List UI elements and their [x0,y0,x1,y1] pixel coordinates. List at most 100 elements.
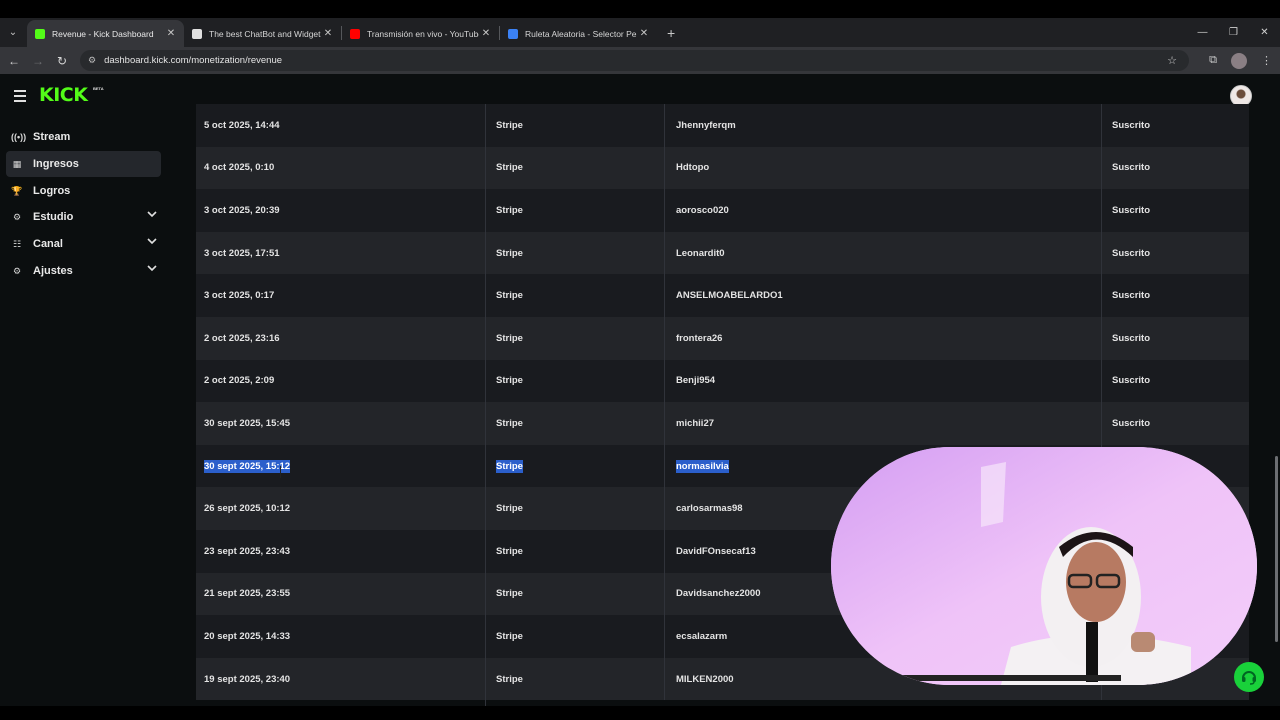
settings-icon: ⚙ [12,265,22,276]
site-info-icon[interactable]: ⚙ [88,55,96,66]
kick-logo[interactable]: KICK [39,84,88,106]
column-divider [1101,146,1102,190]
tab-close-icon[interactable]: ✕ [164,28,178,39]
table-row[interactable]: 3 oct 2025, 20:39 Stripe aorosco020 Suscrit… [196,189,1249,232]
cell-payment-method-text: Stripe [496,630,523,642]
channel-icon: ☷ [12,238,22,249]
cell-type: Suscrito [1112,360,1150,403]
column-divider [664,657,665,701]
cell-payment-method-text: Stripe [496,503,523,515]
revenue-icon: ▦ [12,158,22,169]
sidebar-item-label: Ingresos [33,158,79,170]
reload-icon[interactable]: ↻ [50,54,74,68]
cell-date-text: 26 sept 2025, 10:12 [204,503,291,515]
browser-tab[interactable]: Ruleta Aleatoria - Selector Pers ✕ [500,20,657,47]
cell-type: Suscrito [1112,189,1150,232]
column-divider [485,572,486,616]
cell-date-text: 2 oct 2025, 23:16 [204,332,280,344]
sidebar-item-ajustes[interactable]: ⚙ Ajustes [6,258,161,284]
column-divider [664,274,665,317]
chevron-down-icon[interactable] [147,209,157,219]
column-divider [664,487,665,530]
cell-username: Benji954 [676,360,715,403]
cell-payment-method-text: Stripe [496,204,523,216]
window-controls: — ❐ ✕ [1187,18,1280,47]
cell-date: 4 oct 2025, 0:10 [204,147,274,190]
column-divider [664,444,665,488]
cell-username-text: MILKEN2000 [676,673,734,685]
tab-close-icon[interactable]: ✕ [321,28,335,39]
browser-tab[interactable]: The best ChatBot and Widgets ✕ [184,20,341,47]
address-bar[interactable]: ⚙ dashboard.kick.com/monetization/revenu… [80,50,1189,71]
cell-username-text: Davidsanchez2000 [676,588,761,600]
tab-favicon-icon [192,28,202,39]
table-row[interactable]: 2 oct 2025, 23:16 Stripe frontera26 Suscrit… [196,317,1249,360]
tab-close-icon[interactable]: ✕ [637,28,651,39]
sidebar-nav: ((•)) Stream ▦ Ingresos 🏆 Logros ⚙ Estudio ☷ Cana… [0,116,196,706]
table-row[interactable]: 5 oct 2025, 14:44 Stripe Jhennyferqm Suscri… [196,104,1249,147]
close-window-icon[interactable]: ✕ [1249,27,1280,38]
url-text: dashboard.kick.com/monetization/revenue [104,55,283,66]
column-divider [1101,402,1102,445]
cell-username: aorosco020 [676,189,729,232]
hamburger-menu-icon[interactable] [14,90,26,105]
cell-type-text: Suscrito [1112,290,1151,302]
cell-payment-method: Stripe [496,530,523,573]
cell-username-text: DavidFOnsecaf13 [676,545,756,557]
cell-username-text: carlosarmas98 [676,503,743,515]
sidebar-item-estudio[interactable]: ⚙ Estudio [6,204,161,230]
table-row[interactable]: 3 oct 2025, 0:17 Stripe ANSELMOABELARDO1 Su… [196,274,1249,317]
chevron-down-icon[interactable] [147,236,157,246]
browser-tab[interactable]: Transmisión en vivo - YouTube ✕ [342,20,499,47]
table-row[interactable]: 30 sept 2025, 15:45 Stripe michii27 Suscrit… [196,402,1249,445]
profile-icon[interactable] [1231,52,1247,69]
cell-payment-method-text: Stripe [496,417,523,429]
cell-date: 3 oct 2025, 0:17 [204,274,274,317]
forward-arrow-icon[interactable]: → [26,54,50,68]
scrollbar-thumb[interactable] [1275,456,1278,642]
bottom-black-strip [0,706,1280,720]
column-divider [485,274,486,317]
cell-date: 21 sept 2025, 23:55 [204,573,290,616]
new-tab-button[interactable]: + [667,25,675,41]
column-divider [664,530,665,573]
browser-tab[interactable]: Revenue - Kick Dashboard ✕ [27,20,184,47]
chevron-down-icon[interactable] [147,263,157,273]
bookmark-star-icon[interactable]: ☆ [1167,54,1177,67]
tab-favicon-icon [350,28,360,39]
restore-icon[interactable]: ❐ [1218,27,1249,38]
cell-payment-method: Stripe [496,232,523,275]
column-divider [485,487,486,530]
back-arrow-icon[interactable]: ← [2,54,26,68]
cell-date: 20 sept 2025, 14:33 [204,615,290,658]
table-row[interactable]: 4 oct 2025, 0:10 Stripe Hdtopo Suscrito [196,146,1249,190]
column-divider [485,231,486,275]
sidebar-item-ingresos[interactable]: ▦ Ingresos [6,151,161,177]
tab-close-icon[interactable]: ✕ [479,28,493,39]
cell-username: Hdtopo [676,147,709,190]
minimize-icon[interactable]: — [1187,27,1218,38]
column-divider [664,317,665,360]
column-divider [485,317,486,360]
sidebar-item-canal[interactable]: ☷ Canal [6,231,161,257]
table-row[interactable]: 2 oct 2025, 2:09 Stripe Benji954 Suscrito [196,359,1249,403]
cell-username-text: michii27 [676,417,715,429]
tab-search-icon[interactable]: ⌄ [5,25,21,41]
cell-date-text: 4 oct 2025, 0:10 [204,162,275,174]
cell-payment-method: Stripe [496,573,523,616]
table-row[interactable]: 3 oct 2025, 17:51 Stripe Leonardit0 Suscrit… [196,231,1249,275]
cell-username: frontera26 [676,317,722,360]
extensions-icon[interactable]: ⧉ [1209,54,1217,67]
column-divider [1101,231,1102,275]
cell-payment-method: Stripe [496,658,523,701]
cell-date-text: 20 sept 2025, 14:33 [204,630,291,642]
cell-date-text: 19 sept 2025, 23:40 [204,673,291,685]
sidebar-item-label: Stream [33,131,71,143]
cell-date-text: 3 oct 2025, 17:51 [204,247,280,259]
sidebar-item-stream[interactable]: ((•)) Stream [6,124,161,150]
browser-menu-icon[interactable]: ⋮ [1261,54,1272,67]
cell-payment-method: Stripe [496,317,523,360]
support-chat-button[interactable] [1234,662,1264,692]
sidebar-item-logros[interactable]: 🏆 Logros [6,178,161,204]
cell-date-text: 3 oct 2025, 20:39 [204,204,280,216]
